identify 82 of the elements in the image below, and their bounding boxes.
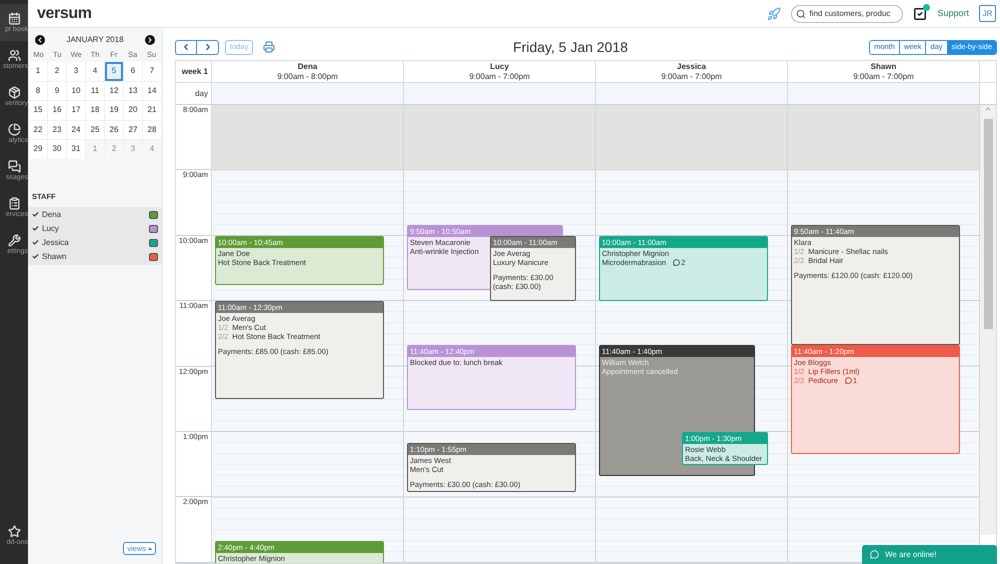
caret-icon: [148, 547, 152, 550]
calendar-day[interactable]: 8: [29, 82, 47, 100]
calendar-icon: [8, 12, 20, 24]
staff-name[interactable]: Jessica: [42, 236, 69, 249]
staff-checkbox[interactable]: [32, 253, 39, 260]
calendar-day[interactable]: 6: [124, 62, 142, 80]
clipboard-icon: [8, 196, 20, 210]
support-link[interactable]: Support: [937, 6, 969, 20]
staff-column-name: Lucy: [490, 62, 509, 72]
calendar-day[interactable]: 23: [48, 120, 66, 139]
calendar-day[interactable]: 24: [67, 120, 85, 139]
staff-checkbox[interactable]: [32, 239, 39, 246]
all-day-cell[interactable]: [404, 83, 596, 104]
staff-column-name: Dena: [298, 62, 318, 72]
calendar-day[interactable]: 7: [143, 62, 161, 80]
calendar-day[interactable]: 10: [67, 82, 85, 100]
calendar-day[interactable]: 27: [124, 120, 142, 139]
print-icon[interactable]: [263, 41, 276, 53]
staff-name[interactable]: Lucy: [42, 222, 59, 235]
calendar-day[interactable]: 19: [105, 101, 123, 120]
chevron-right-icon: [146, 36, 154, 44]
all-day-cell[interactable]: [788, 83, 980, 104]
calendar-day[interactable]: 20: [124, 101, 142, 120]
staff-name[interactable]: Dena: [42, 208, 62, 221]
search-box[interactable]: find customers, produc: [791, 4, 904, 22]
page-title: Friday, 5 Jan 2018: [513, 38, 628, 57]
boxes-icon: [8, 86, 20, 98]
logo[interactable]: versum: [37, 2, 92, 26]
calendar-day[interactable]: 25: [86, 120, 104, 139]
calendar-day[interactable]: 17: [67, 101, 85, 120]
chevron-left-icon: [36, 36, 44, 44]
chat-icon: [870, 550, 879, 559]
staff-working-hours: 9:00am - 7:00pm: [853, 72, 914, 82]
calendar-day[interactable]: 22: [29, 120, 47, 139]
staff-name[interactable]: Shawn: [42, 250, 66, 263]
staff-checkbox[interactable]: [32, 225, 39, 232]
all-day-cell[interactable]: [596, 83, 788, 104]
calendar-day[interactable]: 11: [86, 82, 104, 100]
week-label: week 1: [176, 61, 212, 82]
calendar-day[interactable]: 14: [143, 82, 161, 100]
chevron-left-icon: [181, 42, 191, 52]
calendar-day[interactable]: 12: [105, 82, 123, 100]
star-icon: [8, 524, 20, 538]
calendar-day[interactable]: 18: [86, 101, 104, 120]
calendar-day[interactable]: 28: [143, 120, 161, 139]
wrench-icon: [8, 234, 20, 246]
calendar-day[interactable]: 13: [124, 82, 142, 100]
calendar-day[interactable]: 5: [105, 62, 123, 80]
calendar-day[interactable]: 1: [29, 62, 47, 80]
calendar-day[interactable]: 29: [29, 140, 47, 158]
all-day-cell[interactable]: [212, 83, 404, 104]
calendar-day[interactable]: 31: [67, 140, 85, 158]
staff-working-hours: 9:00am - 7:00pm: [469, 72, 530, 82]
calendar-day[interactable]: 3: [67, 62, 85, 80]
search-icon: [796, 8, 806, 18]
scrollbar-thumb[interactable]: [984, 119, 992, 329]
calendar-day[interactable]: 30: [48, 140, 66, 158]
calendar-day[interactable]: 16: [48, 101, 66, 120]
people-icon: [8, 48, 20, 62]
calendar-day[interactable]: 4: [86, 62, 104, 80]
scrollbar[interactable]: [980, 105, 996, 535]
staff-working-hours: 9:00am - 7:00pm: [661, 72, 722, 82]
calendar-day[interactable]: 21: [143, 101, 161, 120]
calendar-day[interactable]: 9: [48, 82, 66, 100]
previous-month-button[interactable]: [35, 35, 45, 45]
staff-working-hours: 9:00am - 8:00pm: [277, 72, 338, 82]
pie-chart-icon: [8, 122, 20, 136]
chat-bubbles-icon: [8, 160, 20, 172]
tasks-icon[interactable]: [913, 6, 928, 20]
search-field[interactable]: find customers, produc: [809, 8, 902, 20]
calendar-day[interactable]: 2: [48, 62, 66, 80]
scroll-up-icon[interactable]: [984, 105, 992, 113]
next-month-button[interactable]: [144, 35, 155, 45]
staff-checkbox[interactable]: [32, 211, 39, 218]
calendar-day[interactable]: 26: [105, 120, 123, 139]
calendar-day[interactable]: 15: [29, 101, 47, 120]
user-avatar[interactable]: JR: [979, 5, 996, 22]
staff-column-name: Shawn: [870, 62, 896, 72]
rocket-icon[interactable]: [767, 6, 782, 20]
month-title: JANUARY 2018: [66, 34, 124, 46]
staff-column-name: Jessica: [677, 62, 706, 72]
chat-label: We are online!: [885, 548, 936, 560]
